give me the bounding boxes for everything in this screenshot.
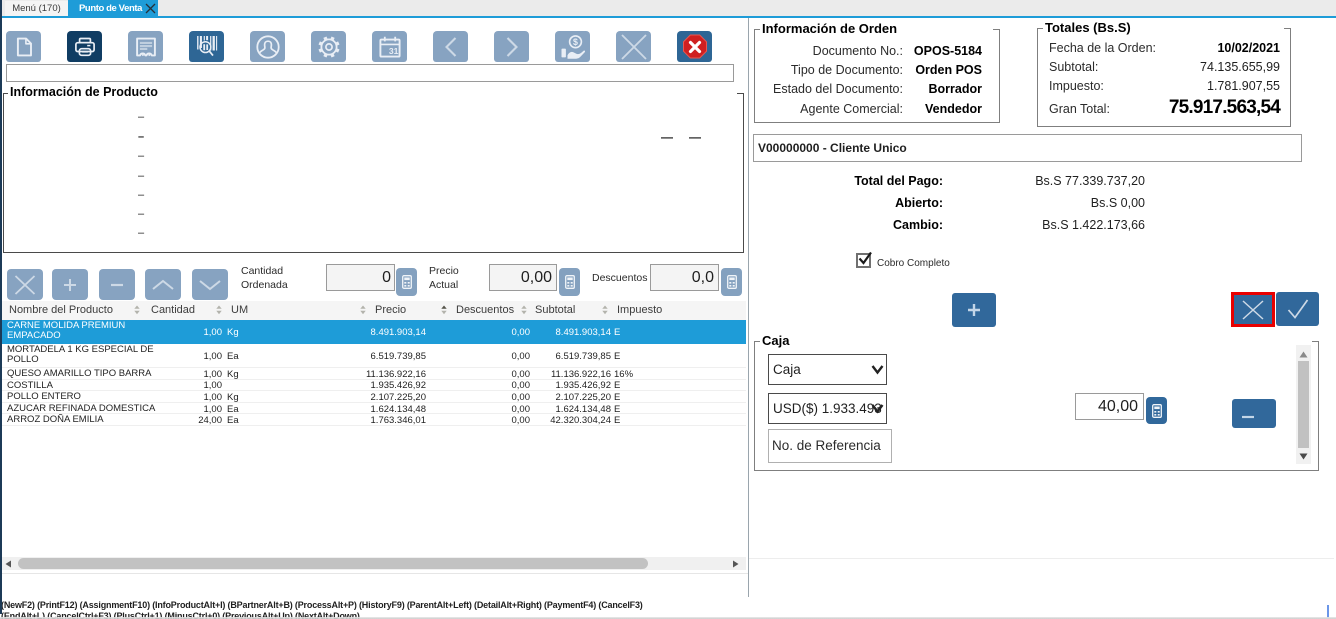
svg-text:$: $	[573, 37, 578, 47]
svg-text:31: 31	[388, 45, 398, 55]
